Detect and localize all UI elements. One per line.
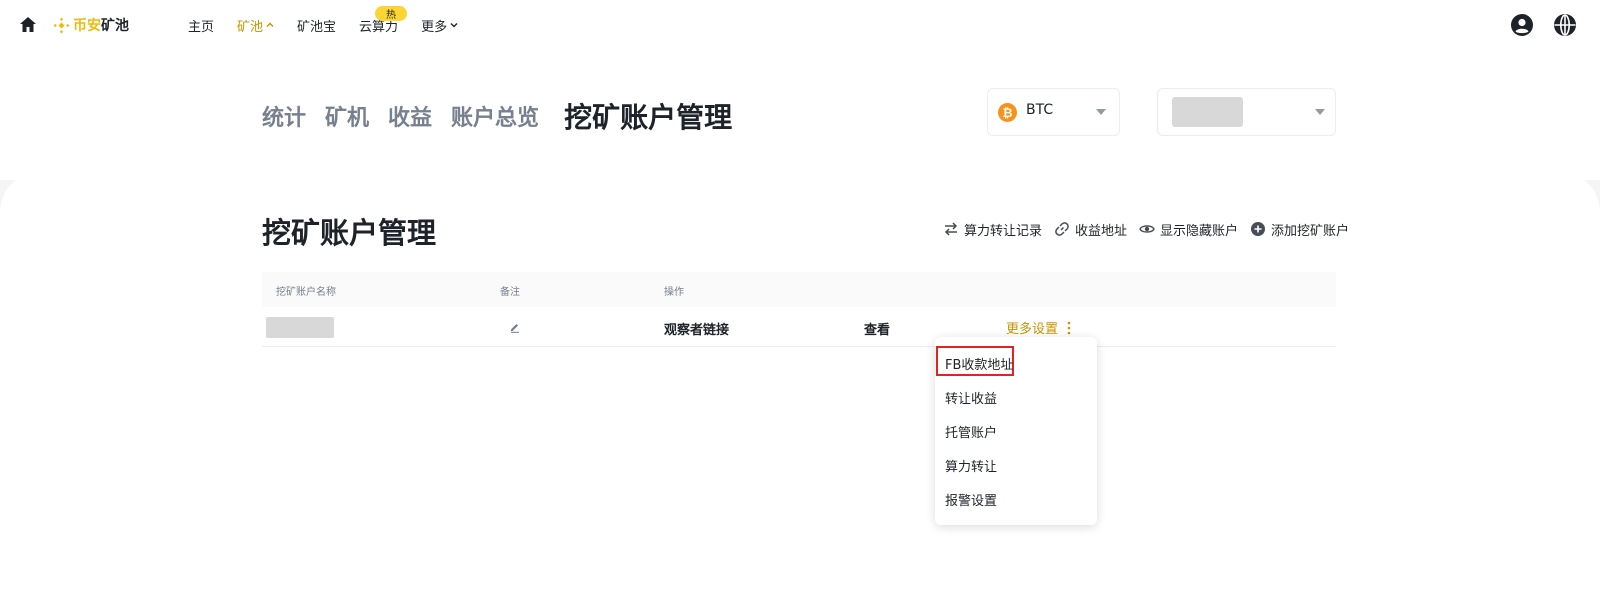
- hot-badge: 热: [375, 5, 408, 21]
- plus-circle-icon: [1251, 222, 1266, 236]
- nav-cloud-hashrate[interactable]: 云算力 热: [359, 5, 408, 35]
- logo-text-product: 矿池: [101, 18, 129, 34]
- home-icon[interactable]: [18, 15, 38, 35]
- view-button[interactable]: 查看: [864, 319, 890, 338]
- coin-select[interactable]: ₿ BTC: [987, 88, 1120, 136]
- observer-link-button[interactable]: 观察者链接: [664, 319, 729, 338]
- binance-pool-logo[interactable]: 币安矿池: [53, 14, 129, 36]
- binance-logo-icon: [53, 17, 70, 33]
- link-icon: [1055, 222, 1069, 236]
- account-select-value-redacted: [1172, 97, 1243, 127]
- transfer-records-button[interactable]: 算力转让记录: [943, 220, 1042, 239]
- bitcoin-icon: ₿: [998, 103, 1017, 122]
- nav-more-label: 更多: [421, 19, 448, 35]
- table-header: 挖矿账户名称 备注 操作: [262, 272, 1336, 307]
- column-header-operation: 操作: [664, 287, 684, 298]
- add-mining-account-button[interactable]: 添加挖矿账户: [1250, 220, 1349, 239]
- transfer-records-label: 算力转让记录: [964, 223, 1043, 239]
- table-row: 观察者链接 查看 更多设置: [262, 307, 1336, 347]
- column-header-remark: 备注: [500, 287, 520, 298]
- tab-earnings[interactable]: 收益: [388, 100, 432, 132]
- header-area: [0, 50, 1600, 180]
- show-hidden-accounts-button[interactable]: 显示隐藏账户: [1139, 220, 1238, 239]
- add-mining-account-label: 添加挖矿账户: [1271, 223, 1350, 239]
- menu-item-transfer-earnings[interactable]: 转让收益: [945, 388, 997, 407]
- more-vertical-icon: [1067, 321, 1071, 334]
- user-icon[interactable]: [1510, 13, 1534, 37]
- nav-pool-savings[interactable]: 矿池宝: [297, 16, 336, 35]
- caret-down-icon: [1315, 109, 1325, 115]
- account-select[interactable]: [1157, 88, 1336, 136]
- nav-pool[interactable]: 矿池: [237, 16, 274, 35]
- tab-overview[interactable]: 账户总览: [451, 100, 539, 132]
- chevron-down-icon: [450, 23, 458, 28]
- account-name-redacted: [266, 317, 334, 338]
- chevron-up-icon: [266, 22, 274, 27]
- menu-item-hashrate-transfer[interactable]: 算力转让: [945, 456, 997, 475]
- nav-home[interactable]: 主页: [188, 16, 214, 35]
- eye-icon: [1139, 225, 1155, 233]
- show-hidden-accounts-label: 显示隐藏账户: [1160, 223, 1239, 239]
- more-settings-button[interactable]: 更多设置: [1006, 318, 1072, 337]
- edit-icon[interactable]: [509, 321, 521, 333]
- logo-text: 币安矿池: [73, 15, 129, 35]
- column-header-account-name: 挖矿账户名称: [276, 287, 336, 298]
- top-navigation-bar: 币安矿池 主页 矿池 矿池宝 云算力 热 更多: [0, 0, 1600, 50]
- globe-icon[interactable]: [1553, 13, 1577, 37]
- tab-stats[interactable]: 统计: [262, 100, 306, 132]
- logo-text-brand: 币安: [73, 18, 101, 34]
- svg-text:₿: ₿: [1002, 106, 1012, 120]
- caret-down-icon: [1096, 109, 1106, 115]
- payout-address-button[interactable]: 收益地址: [1054, 220, 1127, 239]
- coin-select-value: BTC: [1026, 102, 1054, 118]
- more-settings-menu: FB收款地址 转让收益 托管账户 算力转让 报警设置: [935, 337, 1097, 525]
- more-settings-label: 更多设置: [1006, 322, 1059, 337]
- nav-more[interactable]: 更多: [421, 16, 458, 35]
- menu-item-alert-settings[interactable]: 报警设置: [945, 490, 997, 509]
- menu-item-hosted-account[interactable]: 托管账户: [945, 422, 997, 441]
- page-tabs: 统计 矿机 收益 账户总览 挖矿账户管理: [262, 96, 751, 136]
- tab-miners[interactable]: 矿机: [325, 100, 369, 132]
- menu-item-fb-address[interactable]: FB收款地址: [945, 354, 1013, 373]
- payout-address-label: 收益地址: [1075, 223, 1128, 239]
- nav-pool-label: 矿池: [237, 19, 264, 35]
- section-title: 挖矿账户管理: [262, 216, 437, 250]
- tab-account-management[interactable]: 挖矿账户管理: [564, 96, 732, 136]
- main-nav: 主页 矿池 矿池宝 云算力 热 更多: [188, 5, 481, 36]
- section-actions: 算力转让记录 收益地址 显示隐藏账户 添加挖矿账户: [943, 219, 1361, 239]
- transfer-icon: [944, 222, 958, 236]
